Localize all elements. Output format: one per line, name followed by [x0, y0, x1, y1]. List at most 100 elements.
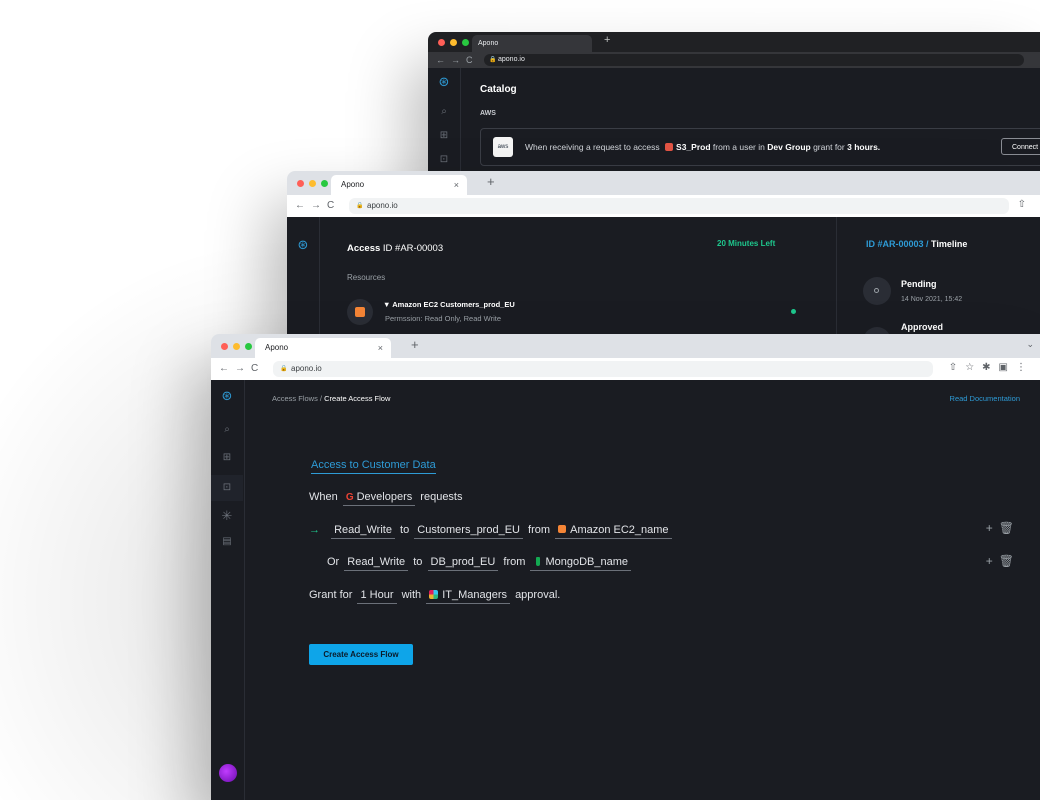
address-bar: ←→C 🔒 apono.io ⇧☆✱▣⋮: [211, 358, 1040, 381]
ec2-icon: [347, 299, 373, 325]
maximize-window-button[interactable]: [245, 343, 252, 350]
arrow-right-icon: →: [309, 524, 320, 536]
close-window-button[interactable]: [297, 180, 304, 187]
add-icon[interactable]: +: [986, 521, 999, 535]
new-tab-icon[interactable]: +: [604, 34, 610, 46]
clipboard-icon[interactable]: ▤: [211, 536, 243, 547]
close-window-button[interactable]: [438, 39, 445, 46]
main-content: Access Flows / Create Access Flow Read D…: [244, 380, 1040, 800]
mongodb-icon: [536, 557, 541, 566]
lock-icon: 🔒: [356, 203, 364, 209]
maximize-window-button[interactable]: [321, 180, 328, 187]
permission-field[interactable]: Read_Write: [331, 524, 395, 539]
back-arrow-icon[interactable]: ←: [295, 200, 311, 211]
url-field[interactable]: 🔒 apono.io: [484, 54, 1024, 66]
time-left-badge: 20 Minutes Left: [717, 239, 776, 248]
apono-logo-icon[interactable]: ⊛: [428, 74, 460, 90]
breadcrumb-current: Create Access Flow: [324, 394, 391, 403]
resource-field[interactable]: DB_prod_EU: [427, 556, 499, 571]
forward-arrow-icon[interactable]: →: [311, 200, 327, 211]
grant-line: Grant for 1 Hour with IT_Managers approv…: [309, 589, 560, 604]
app-create-flow: ⊛ ⌕ ⊞ ⊡ ✳ ▤ Access Flows / Create Access…: [211, 380, 1040, 800]
page-title: Catalog: [480, 84, 517, 95]
nav-buttons: ←→C: [436, 55, 479, 65]
new-tab-icon[interactable]: +: [411, 337, 419, 352]
permission-field[interactable]: Read_Write: [344, 556, 409, 571]
duration-field[interactable]: 1 Hour: [357, 589, 397, 604]
integration-field[interactable]: MongoDB_name: [530, 556, 632, 571]
apono-logo-icon[interactable]: ⊛: [211, 388, 243, 404]
window-controls: [438, 39, 469, 46]
resource-field[interactable]: Customers_prod_EU: [414, 524, 523, 539]
new-tab-icon[interactable]: +: [487, 174, 495, 189]
reload-icon[interactable]: C: [251, 363, 264, 374]
browser-tab[interactable]: Apono: [472, 35, 592, 52]
window-controls: [297, 180, 328, 187]
share-icon[interactable]: ⇧: [1018, 199, 1034, 210]
ec2-icon: [558, 525, 567, 533]
back-arrow-icon[interactable]: ←: [219, 363, 235, 374]
access-title: Access ID #AR-00003: [347, 243, 444, 254]
tab-bar: Apono × +: [287, 171, 1040, 195]
connect-button[interactable]: Connect: [1001, 138, 1040, 155]
close-tab-icon[interactable]: ×: [454, 175, 459, 195]
search-icon[interactable]: ⌕: [428, 106, 460, 117]
minimize-window-button[interactable]: [309, 180, 316, 187]
trash-icon[interactable]: 🗑: [999, 554, 1020, 568]
nav-buttons: ←→C: [219, 363, 264, 374]
read-documentation-link[interactable]: Read Documentation: [950, 394, 1020, 403]
integrations-icon[interactable]: ✳: [211, 508, 243, 524]
requester-group-field[interactable]: G Developers: [342, 491, 416, 506]
browser-tab[interactable]: Apono ×: [255, 338, 391, 358]
back-arrow-icon[interactable]: ←: [436, 55, 451, 65]
lock-icon: 🔒: [489, 57, 497, 63]
rule-line-1: → Read_Write to Customers_prod_EU from A…: [309, 524, 674, 539]
chevron-down-icon[interactable]: ⌄: [1026, 339, 1034, 350]
breadcrumb: Access Flows / Create Access Flow: [272, 394, 390, 403]
reload-icon[interactable]: C: [466, 55, 479, 65]
maximize-window-button[interactable]: [462, 39, 469, 46]
nav-buttons: ←→C: [295, 200, 340, 211]
integration-field[interactable]: Amazon EC2_name: [555, 524, 672, 539]
star-icon[interactable]: ☆: [965, 362, 982, 373]
trash-icon[interactable]: 🗑: [999, 521, 1020, 535]
resource-permission: Permssion: Read Only, Read Write: [385, 314, 502, 323]
lock-nav-icon[interactable]: ⊡: [428, 154, 460, 165]
breadcrumb-parent[interactable]: Access Flows /: [272, 394, 322, 403]
when-line: When G Developers requests: [309, 491, 463, 506]
grid-icon[interactable]: ⊞: [428, 130, 460, 141]
flow-name-input[interactable]: Access to Customer Data: [311, 459, 436, 474]
forward-arrow-icon[interactable]: →: [235, 363, 251, 374]
reload-icon[interactable]: C: [327, 200, 340, 211]
browser-tab[interactable]: Apono ×: [331, 175, 467, 195]
approvers-field[interactable]: IT_Managers: [426, 589, 510, 604]
share-icon[interactable]: ⇧: [949, 362, 965, 373]
minimize-window-button[interactable]: [233, 343, 240, 350]
slack-icon: [429, 590, 439, 599]
close-window-button[interactable]: [221, 343, 228, 350]
url-field[interactable]: 🔒 apono.io: [273, 361, 933, 377]
search-icon[interactable]: ⌕: [211, 424, 243, 435]
timeline-status: Pending: [901, 279, 937, 289]
menu-icon[interactable]: ⋮: [1016, 362, 1034, 373]
url-field[interactable]: 🔒 apono.io: [349, 198, 1009, 214]
extensions-icon[interactable]: ✱: [982, 362, 998, 373]
resources-label: Resources: [347, 273, 386, 282]
grid-icon[interactable]: ⊞: [211, 452, 243, 463]
browser-window-create-flow: Apono × + ⌄ ←→C 🔒 apono.io ⇧☆✱▣⋮ ⊛ ⌕ ⊞ ⊡ …: [211, 334, 1040, 800]
close-tab-icon[interactable]: ×: [378, 338, 383, 358]
forward-arrow-icon[interactable]: →: [451, 55, 466, 65]
create-access-flow-button[interactable]: Create Access Flow: [309, 644, 413, 665]
timeline-title: ID #AR-00003 / Timeline: [866, 239, 968, 249]
apono-logo-icon[interactable]: ⊛: [287, 237, 319, 253]
resource-name[interactable]: ▼ Amazon EC2 Customers_prod_EU: [383, 300, 515, 309]
lock-icon: 🔒: [280, 366, 288, 372]
timeline-date: 14 Nov 2021, 15:42: [901, 296, 963, 303]
catalog-card: aws When receiving a request to access S…: [480, 128, 1040, 166]
add-icon[interactable]: +: [986, 554, 999, 568]
avatar[interactable]: [219, 764, 237, 782]
sidebar-toggle-icon[interactable]: ▣: [999, 362, 1016, 373]
card-text: When receiving a request to access S3_Pr…: [525, 142, 881, 152]
lock-nav-icon[interactable]: ⊡: [211, 475, 243, 501]
minimize-window-button[interactable]: [450, 39, 457, 46]
